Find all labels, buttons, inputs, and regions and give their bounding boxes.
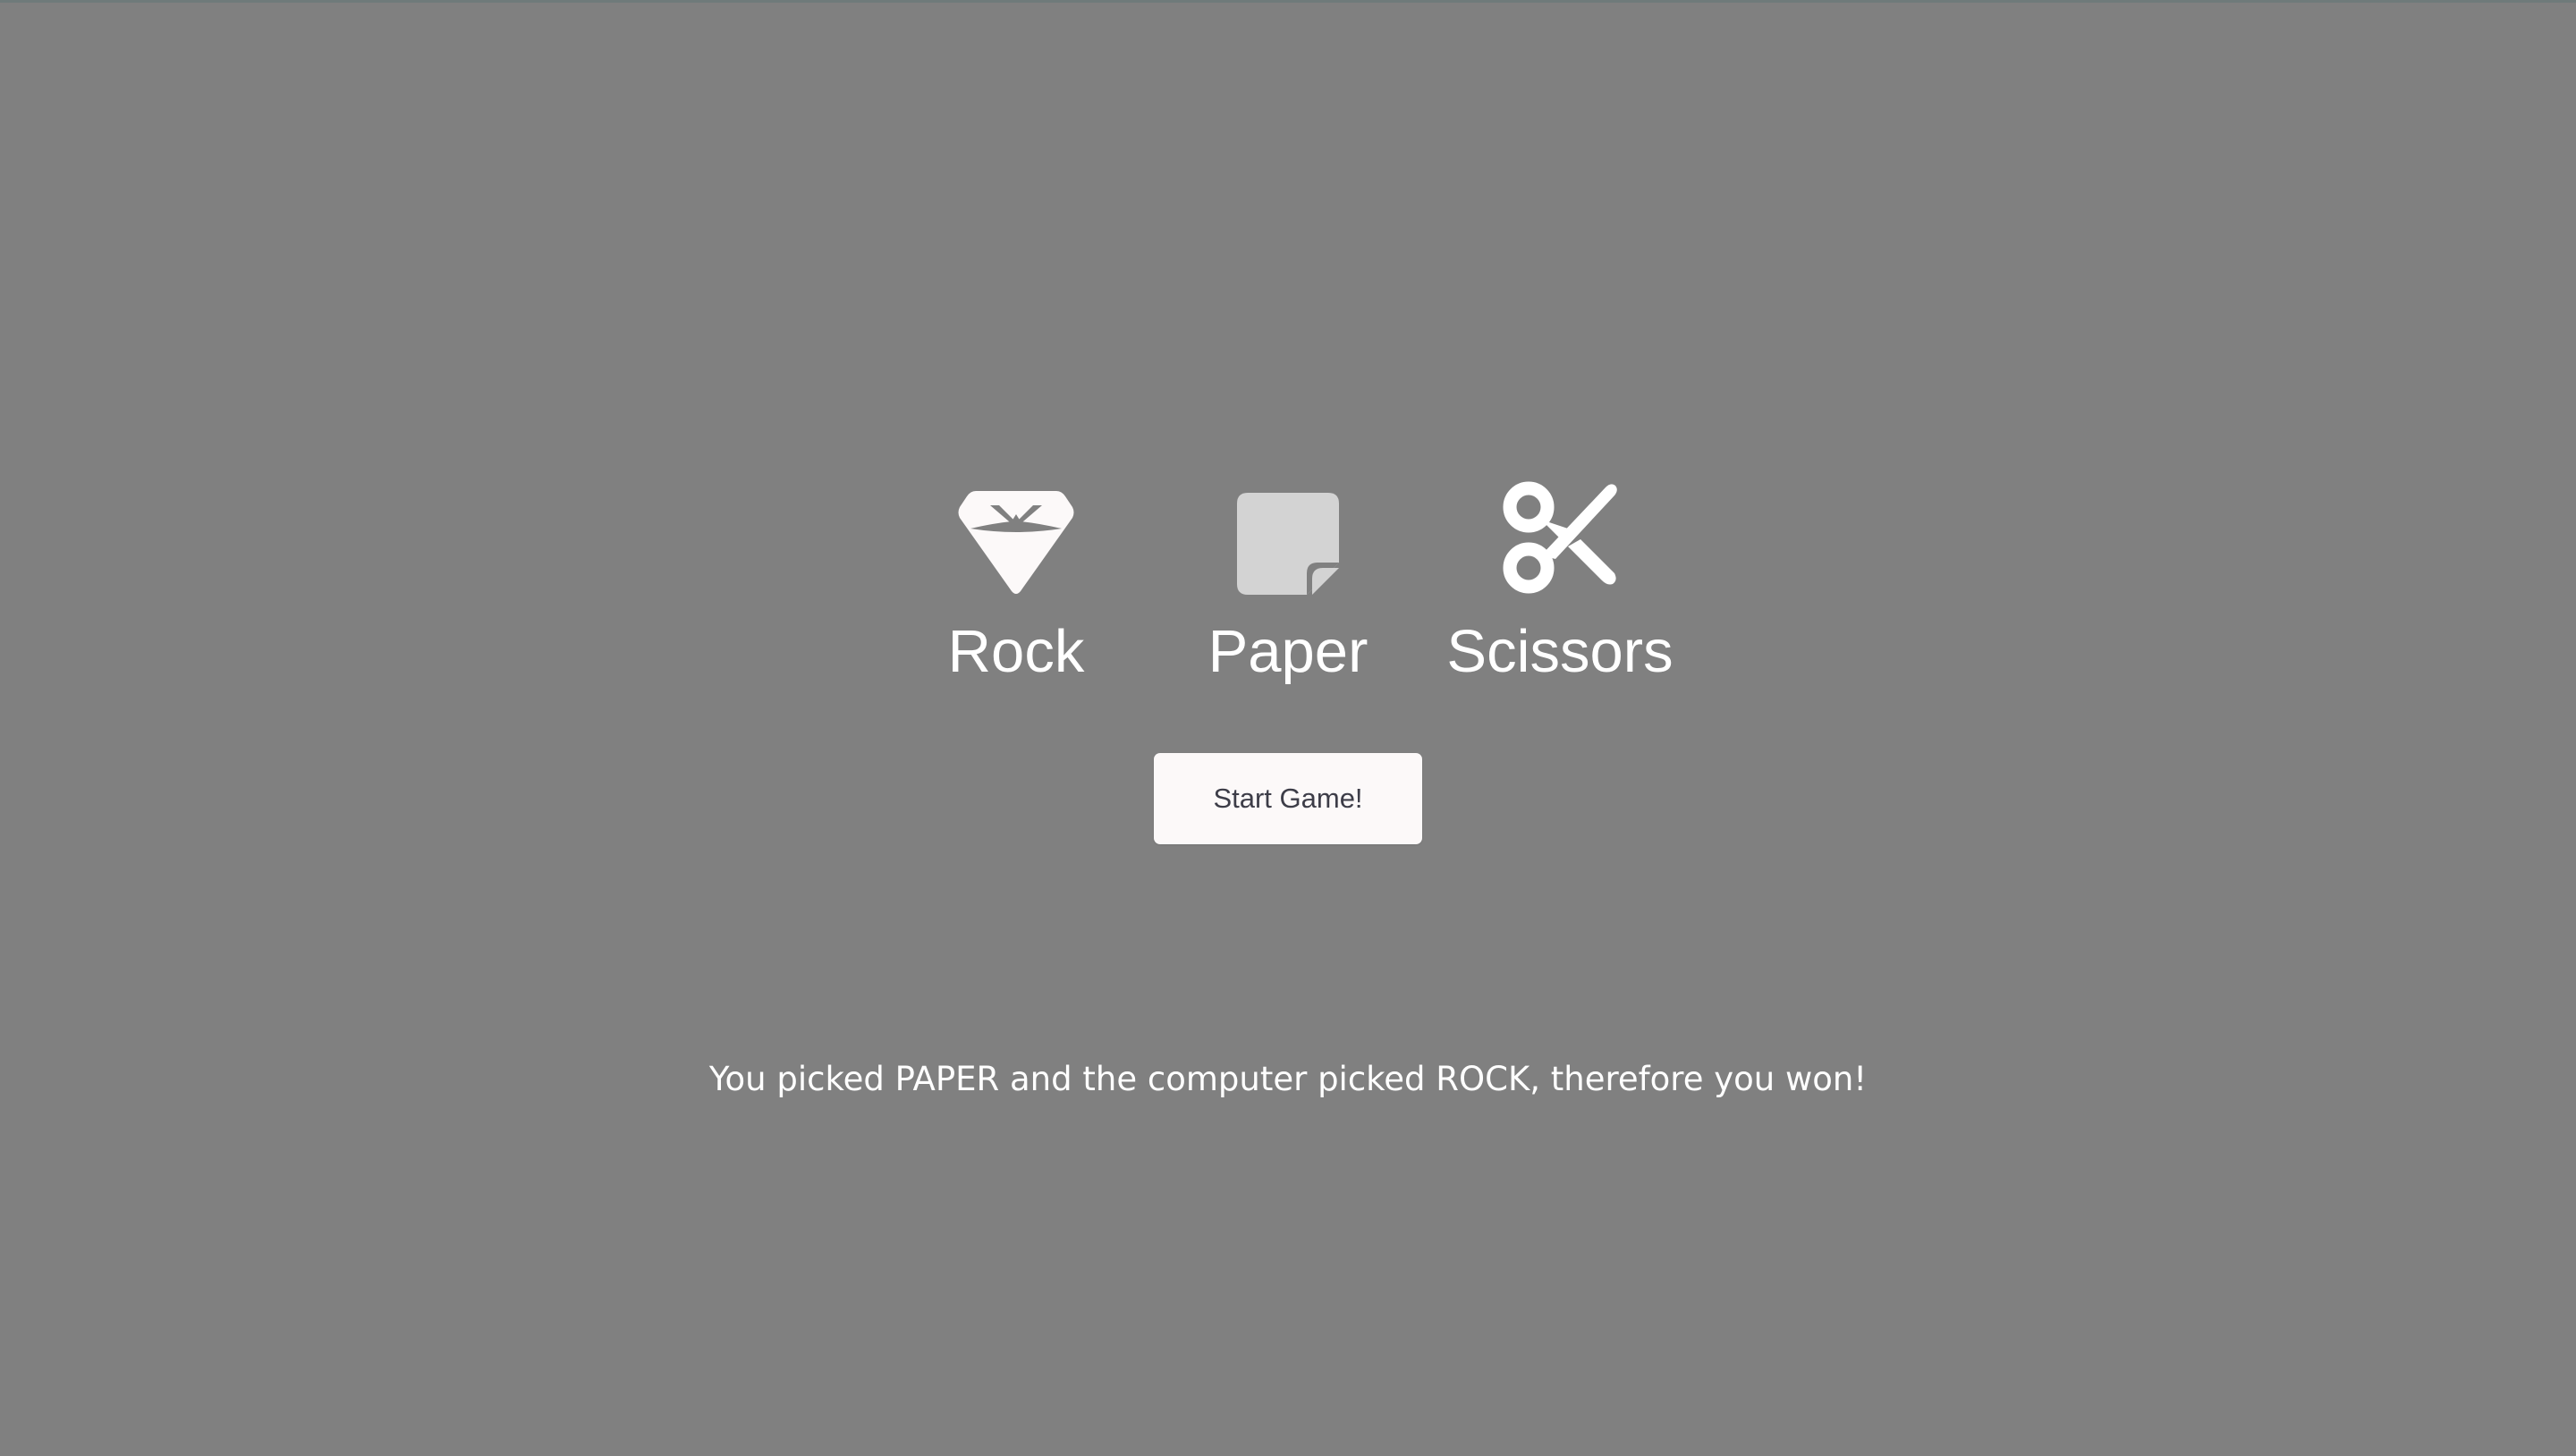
result-message: You picked PAPER and the computer picked… [708,1060,1868,1098]
choice-label-paper: Paper [1208,618,1368,685]
scissors-icon [1502,478,1618,595]
choices-row: Rock Paper Scissors [0,478,2576,702]
start-game-button[interactable]: Start Game! [1154,753,1422,844]
gem-icon [958,478,1074,595]
choice-rock[interactable]: Rock [945,478,1088,686]
choice-label-rock: Rock [947,618,1085,685]
choice-scissors[interactable]: Scissors [1445,478,1674,686]
sticky-note-icon [1237,478,1339,595]
choice-label-scissors: Scissors [1446,618,1674,685]
game-page: Rock Paper Scissors Start Game! You pick… [0,0,2576,1456]
choice-paper[interactable]: Paper [1202,478,1374,686]
